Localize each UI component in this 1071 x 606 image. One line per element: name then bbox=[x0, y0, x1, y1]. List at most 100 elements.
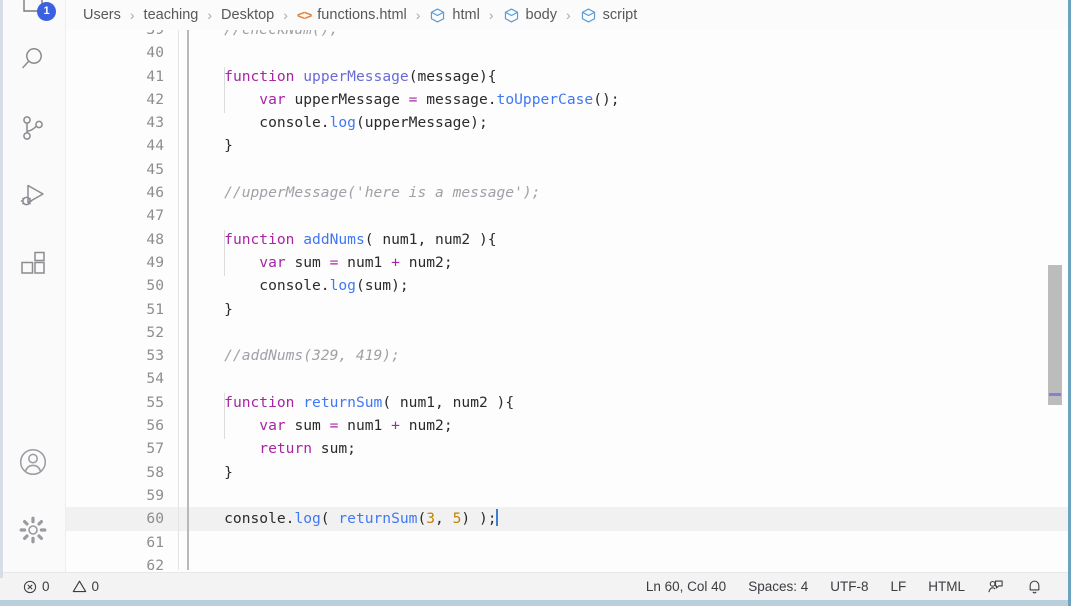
status-language-mode-label: HTML bbox=[928, 579, 965, 594]
status-encoding[interactable]: UTF-8 bbox=[819, 573, 879, 601]
code-line[interactable]: 59 bbox=[66, 484, 1068, 507]
status-feedback[interactable] bbox=[976, 573, 1015, 601]
code-text: console.log(sum); bbox=[189, 274, 409, 297]
symbol-cube-icon bbox=[429, 7, 446, 24]
code-token: sum bbox=[285, 417, 330, 435]
status-warnings[interactable]: 0 bbox=[61, 573, 111, 601]
code-line[interactable]: 39 //checkNum(); bbox=[66, 30, 1068, 41]
status-cursor-position-label: Ln 60, Col 40 bbox=[645, 579, 727, 594]
line-number: 44 bbox=[146, 137, 164, 155]
activity-bar-item-accounts[interactable] bbox=[0, 428, 66, 496]
scrollbar-thumb[interactable] bbox=[1048, 265, 1062, 405]
code-token: return bbox=[259, 440, 313, 458]
status-bar: 0 0 Ln 60, Col 40 Spaces: 4 UTF-8 LF HTM… bbox=[0, 572, 1068, 600]
activity-bar-item-search[interactable] bbox=[0, 26, 66, 94]
status-notifications[interactable] bbox=[1015, 573, 1054, 601]
code-token: ( bbox=[417, 510, 427, 528]
source-control-icon bbox=[18, 113, 48, 143]
line-number: 56 bbox=[146, 417, 164, 435]
warning-triangle-icon bbox=[72, 579, 87, 594]
code-line[interactable]: 60 console.log( returnSum(3, 5) ); bbox=[66, 507, 1068, 531]
code-text: function addNums( num1, num2 ){ bbox=[189, 228, 496, 251]
code-line[interactable]: 48 function addNums( num1, num2 ){ bbox=[66, 228, 1068, 251]
code-token: } bbox=[189, 137, 233, 155]
code-line[interactable]: 43 console.log(upperMessage); bbox=[66, 111, 1068, 134]
breadcrumb-item-script[interactable]: script bbox=[578, 7, 640, 24]
breadcrumb-item-desktop[interactable]: Desktop bbox=[219, 7, 276, 23]
code-line[interactable]: 54 bbox=[66, 367, 1068, 390]
code-line[interactable]: 57 return sum; bbox=[66, 437, 1068, 460]
code-text: function upperMessage(message){ bbox=[189, 65, 496, 88]
activity-bar-item-source-control[interactable] bbox=[0, 94, 66, 162]
code-line[interactable]: 41 function upperMessage(message){ bbox=[66, 65, 1068, 88]
breadcrumb-item-html[interactable]: html bbox=[427, 7, 481, 24]
code-token: + bbox=[391, 253, 400, 271]
activity-bar-item-extensions[interactable] bbox=[0, 230, 66, 298]
code-line[interactable]: 52 bbox=[66, 321, 1068, 344]
code-token: ( num1, num2 ){ bbox=[382, 393, 515, 411]
code-token: returnSum bbox=[338, 510, 418, 528]
code-line[interactable]: 56 var sum = num1 + num2; bbox=[66, 414, 1068, 437]
breadcrumb-label: Users bbox=[83, 7, 121, 23]
text-cursor bbox=[495, 509, 498, 527]
code-token: upperMessage bbox=[285, 90, 409, 108]
breadcrumb-item-teaching[interactable]: teaching bbox=[142, 7, 201, 23]
code-line[interactable]: 58 } bbox=[66, 461, 1068, 484]
code-token: (sum); bbox=[355, 277, 409, 295]
code-token: log bbox=[329, 277, 356, 295]
activity-bar-item-explorer[interactable]: 1 bbox=[0, 0, 66, 26]
status-warnings-label: 0 bbox=[91, 579, 100, 594]
code-line[interactable]: 46 //upperMessage('here is a message'); bbox=[66, 181, 1068, 204]
status-errors[interactable]: 0 bbox=[12, 573, 61, 601]
line-number: 54 bbox=[146, 370, 164, 388]
line-number: 43 bbox=[146, 114, 164, 132]
code-line[interactable]: 51 } bbox=[66, 298, 1068, 321]
code-line[interactable]: 45 bbox=[66, 158, 1068, 181]
line-number: 58 bbox=[146, 463, 164, 481]
code-line[interactable]: 55 function returnSum( num1, num2 ){ bbox=[66, 391, 1068, 414]
indent-guide bbox=[224, 66, 226, 114]
code-line[interactable]: 47 bbox=[66, 204, 1068, 227]
breadcrumb-label: teaching bbox=[143, 7, 199, 23]
code-editor[interactable]: 39 //checkNum(); 40 41 function upperMessa… bbox=[66, 30, 1068, 570]
code-token: message. bbox=[417, 90, 497, 108]
breadcrumb-item-body[interactable]: body bbox=[501, 7, 559, 24]
code-line[interactable]: 42 var upperMessage = message.toUpperCas… bbox=[66, 88, 1068, 111]
activity-bar-item-manage[interactable] bbox=[0, 496, 66, 564]
code-line[interactable]: 50 console.log(sum); bbox=[66, 274, 1068, 297]
activity-bar-item-run-and-debug[interactable] bbox=[0, 162, 66, 230]
status-cursor-position[interactable]: Ln 60, Col 40 bbox=[635, 573, 737, 601]
code-line[interactable]: 53 //addNums(329, 419); bbox=[66, 344, 1068, 367]
vscode-window: 1 Users › teaching › Desktop › <> functi… bbox=[0, 0, 1071, 606]
account-icon bbox=[17, 446, 49, 478]
code-text: var sum = num1 + num2; bbox=[189, 251, 452, 274]
extensions-icon bbox=[18, 249, 48, 279]
breadcrumb-item-functions-html[interactable]: <> functions.html bbox=[295, 7, 409, 23]
code-token: console. bbox=[189, 510, 295, 528]
status-eol-label: LF bbox=[890, 579, 907, 594]
code-token: log bbox=[329, 114, 356, 132]
code-token: console. bbox=[189, 277, 330, 295]
code-token: returnSum bbox=[303, 393, 383, 411]
line-number: 57 bbox=[146, 440, 164, 458]
code-line[interactable]: 62 bbox=[66, 554, 1068, 570]
status-indentation[interactable]: Spaces: 4 bbox=[737, 573, 819, 601]
editor-vertical-scrollbar[interactable] bbox=[1048, 30, 1062, 570]
gutter-divider bbox=[178, 30, 179, 570]
code-line[interactable]: 40 bbox=[66, 41, 1068, 64]
code-line[interactable]: 44 } bbox=[66, 134, 1068, 157]
status-indentation-label: Spaces: 4 bbox=[748, 579, 809, 594]
code-line[interactable]: 61 bbox=[66, 531, 1068, 554]
code-token: 3 bbox=[426, 510, 436, 528]
code-token: var bbox=[259, 90, 286, 108]
code-line[interactable]: 49 var sum = num1 + num2; bbox=[66, 251, 1068, 274]
line-number: 40 bbox=[146, 44, 164, 62]
breadcrumb-label: body bbox=[525, 7, 557, 23]
code-token: num1 bbox=[338, 253, 392, 271]
activity-bar: 1 bbox=[0, 0, 66, 578]
breadcrumb-item-users[interactable]: Users bbox=[81, 7, 123, 23]
status-language-mode[interactable]: HTML bbox=[917, 573, 976, 601]
status-eol[interactable]: LF bbox=[879, 573, 917, 601]
code-text: } bbox=[189, 134, 233, 157]
